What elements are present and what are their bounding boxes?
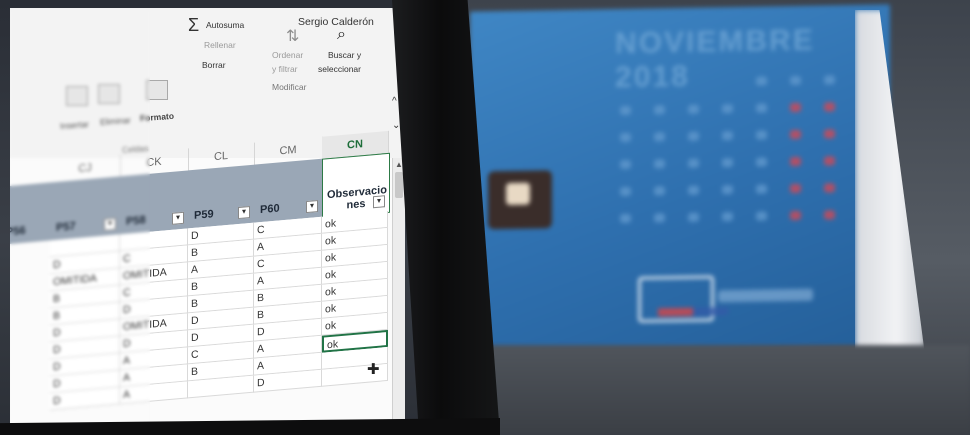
collapse-ribbon-icon[interactable]: ^: [392, 96, 397, 107]
filter-dropdown-icon[interactable]: ▾: [373, 195, 385, 209]
calendar-day: [620, 159, 631, 170]
sort-button[interactable]: Ordenar: [272, 50, 303, 60]
find-button[interactable]: Buscar y: [328, 50, 361, 60]
monitor-screen: Sergio Calderón Insertar Eliminar Format…: [10, 8, 405, 428]
calendar-day: [790, 75, 801, 86]
user-name[interactable]: Sergio Calderón: [298, 16, 374, 28]
calendar-day: [756, 130, 767, 140]
vertical-scrollbar[interactable]: ▲: [392, 158, 405, 428]
calendar-day: [722, 104, 733, 114]
calendar-day: [790, 210, 801, 221]
calendar-day: [688, 158, 699, 168]
desk-calendar: NOVIEMBRE 2018: [470, 4, 890, 354]
calendar-illustration: [488, 170, 552, 230]
autosum-button[interactable]: Autosuma: [206, 20, 244, 30]
calendar-month-title: NOVIEMBRE 2018: [615, 23, 815, 95]
scroll-thumb[interactable]: [395, 172, 403, 198]
filter-dropdown-icon[interactable]: ▾: [172, 211, 184, 225]
calendar-day: [654, 213, 665, 223]
filter-button[interactable]: y filtrar: [272, 64, 298, 74]
calendar-day: [620, 186, 631, 197]
calendar-day: [722, 185, 733, 195]
header-observaciones[interactable]: Observacio nes ▾: [322, 152, 390, 219]
header-label: P59: [194, 208, 214, 222]
calendar-day: [688, 212, 699, 222]
calendar-day: [824, 156, 835, 166]
calendar-day: [620, 132, 631, 143]
calendar-day: [654, 132, 665, 142]
calendar-logo-text: [718, 288, 813, 303]
header-p60[interactable]: P60 ▾: [254, 158, 323, 223]
calendar-day: [722, 158, 733, 168]
calendar-day: [790, 156, 801, 167]
calendar-day: [756, 76, 767, 86]
depth-of-field-blur: [10, 8, 150, 428]
edit-group-label: Modificar: [272, 82, 307, 92]
calendar-day: [654, 159, 665, 169]
header-label: P60: [260, 202, 280, 217]
calendar-day: [722, 212, 733, 222]
calendar-day: [824, 183, 835, 193]
calendar-day: [790, 102, 801, 113]
calendar-day: [756, 184, 767, 194]
calendar-day: [722, 131, 733, 141]
calendar-day: [824, 75, 835, 85]
calendar-day: [620, 105, 631, 116]
filter-dropdown-icon[interactable]: ▾: [306, 200, 318, 214]
calendar-day: [688, 131, 699, 141]
cell-cursor-icon: ✚: [367, 361, 380, 378]
calendar-day: [654, 105, 665, 115]
calendar-logo-flag: [658, 307, 728, 317]
calendar-day: [790, 183, 801, 194]
calendar-day: [824, 102, 835, 112]
calendar-day: [688, 104, 699, 114]
filter-dropdown-icon[interactable]: ▾: [238, 206, 250, 220]
fill-button[interactable]: Rellenar: [204, 40, 236, 50]
desk-surface: [470, 345, 970, 435]
scroll-up-icon[interactable]: ▲: [395, 160, 403, 169]
calendar-day: [824, 210, 835, 220]
sort-filter-icon[interactable]: ⇅: [286, 26, 299, 46]
clear-button[interactable]: Borrar: [202, 60, 226, 70]
header-p59[interactable]: P59 ▾: [188, 164, 255, 229]
calendar-day: [756, 103, 767, 113]
select-button[interactable]: seleccionar: [318, 64, 361, 74]
calendar-day: [790, 129, 801, 140]
autosum-icon[interactable]: Σ: [188, 15, 199, 36]
calendar-day: [688, 185, 699, 195]
calendar-day: [824, 129, 835, 139]
binoculars-icon[interactable]: ⌕: [337, 26, 346, 44]
calendar-day: [756, 211, 767, 221]
calendar-day: [620, 213, 631, 224]
calendar-day: [756, 157, 767, 167]
calendar-day: [654, 186, 665, 196]
